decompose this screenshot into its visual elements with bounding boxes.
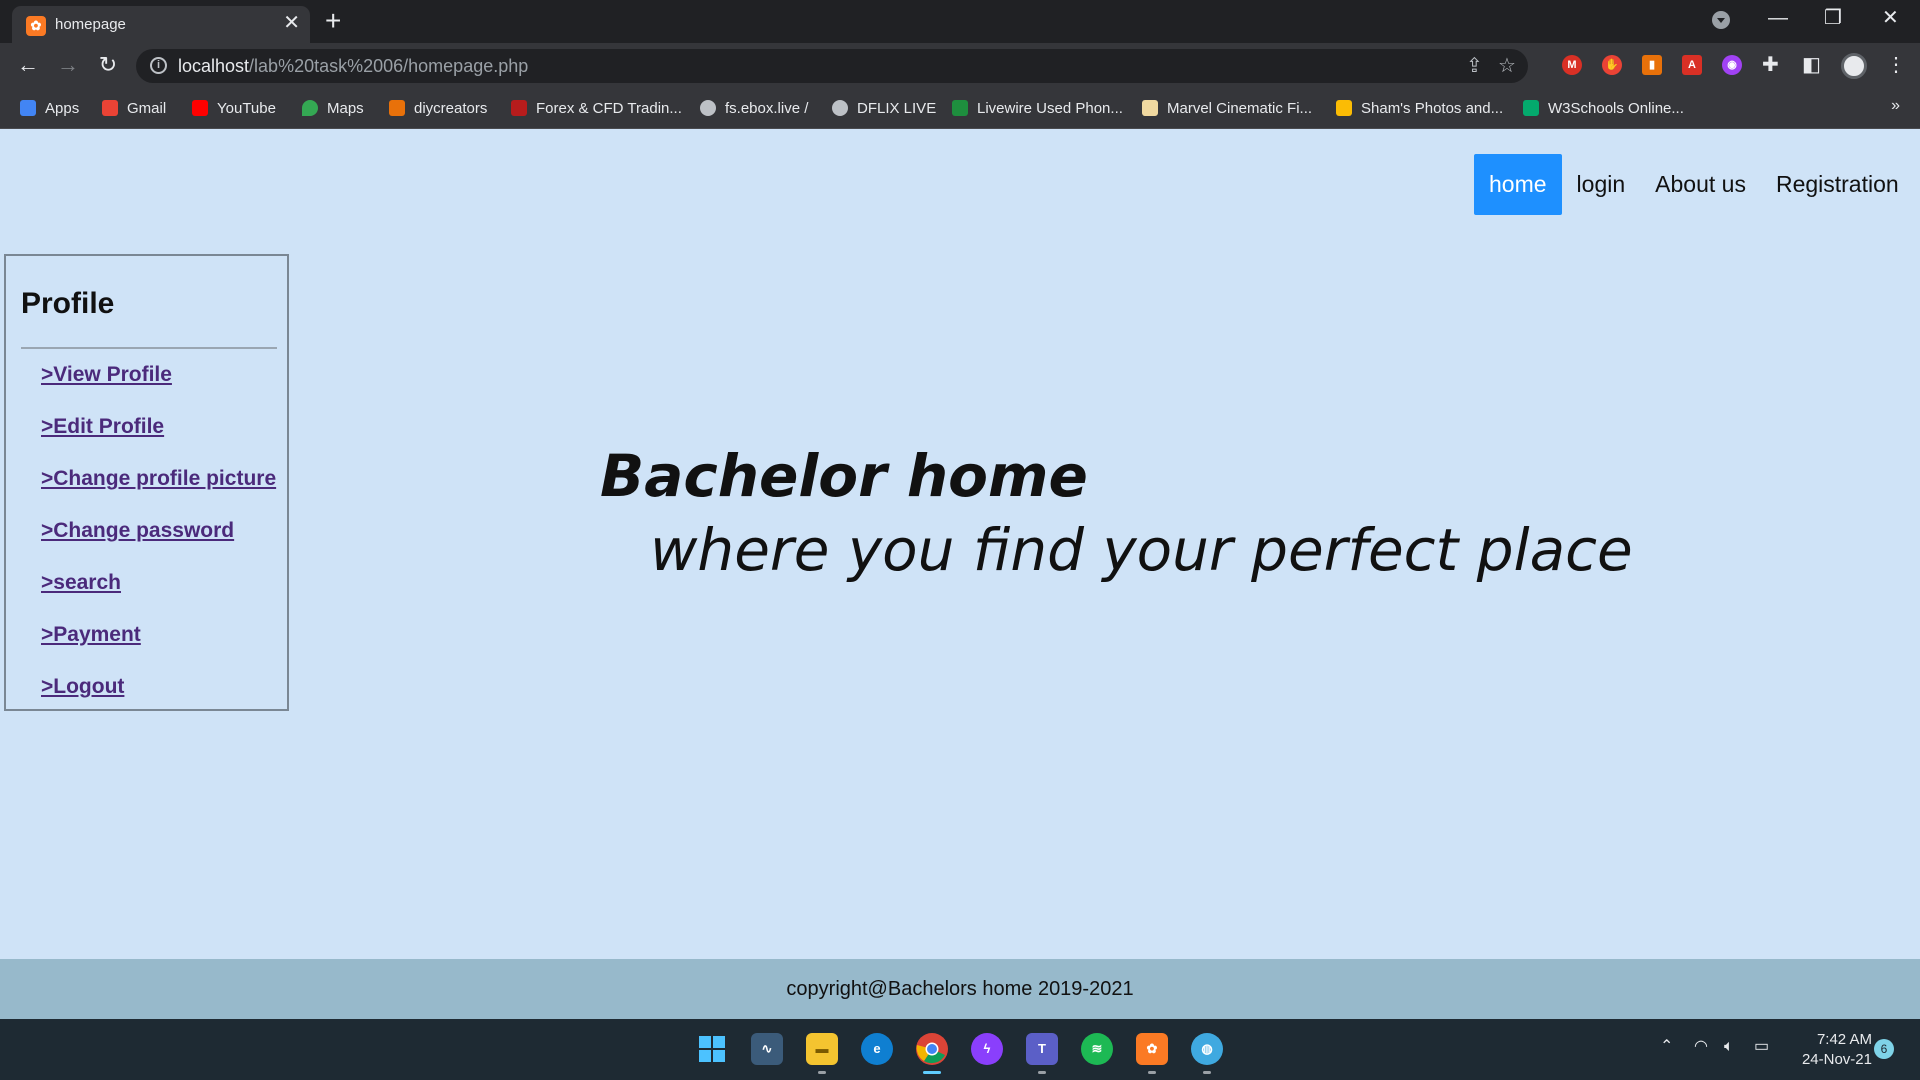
close-window-button[interactable]: ✕ — [1882, 6, 1899, 30]
drive-icon — [1336, 100, 1352, 116]
teams-icon[interactable]: T — [1026, 1033, 1058, 1065]
browser-tabstrip: ✿ homepage ✕ + — ❐ ✕ — [0, 0, 1920, 43]
running-indicator — [1203, 1071, 1211, 1074]
nav-registration-link[interactable]: Registration — [1761, 154, 1914, 215]
youtube-icon — [192, 100, 208, 116]
bookmarks-bar: Apps Gmail YouTube Maps diycreators Fore… — [0, 88, 1920, 129]
chrome-icon[interactable] — [916, 1033, 948, 1065]
tray-overflow-icon[interactable]: ⌃ — [1660, 1037, 1673, 1057]
bookmark-gmail[interactable]: Gmail — [102, 97, 166, 119]
bookmark-marvel[interactable]: Marvel Cinematic Fi... — [1142, 97, 1312, 119]
active-app-indicator — [923, 1071, 941, 1074]
sidebar-title: Profile — [21, 287, 115, 320]
side-panel-icon[interactable]: ◧ — [1802, 53, 1821, 77]
address-bar[interactable]: i localhost/lab%20task%2006/homepage.php… — [136, 49, 1528, 83]
maps-pin-icon — [302, 100, 318, 116]
logout-link[interactable]: >Logout — [41, 675, 124, 699]
back-icon[interactable]: ← — [14, 51, 42, 79]
browser-toolbar: ← → ↻ i localhost/lab%20task%2006/homepa… — [0, 43, 1920, 88]
bookmark-fs-ebox[interactable]: fs.ebox.live / — [700, 97, 808, 119]
share-icon[interactable]: ⇪ — [1466, 54, 1483, 78]
change-profile-picture-link[interactable]: >Change profile picture — [41, 467, 276, 491]
bookmark-diycreators[interactable]: diycreators — [389, 97, 487, 119]
w3schools-icon — [1523, 100, 1539, 116]
profile-avatar[interactable] — [1841, 53, 1867, 79]
running-indicator — [818, 1071, 826, 1074]
tab-title: homepage — [55, 16, 126, 33]
bookmark-forex[interactable]: Forex & CFD Tradin... — [511, 97, 682, 119]
photos-icon[interactable]: ∿ — [751, 1033, 783, 1065]
livewire-icon — [952, 100, 968, 116]
minimize-button[interactable]: — — [1768, 6, 1788, 30]
nav-home-link[interactable]: home — [1474, 154, 1562, 215]
chrome-menu-icon[interactable]: ⋮ — [1886, 53, 1906, 77]
edge-icon[interactable]: e — [861, 1033, 893, 1065]
windows-start-icon[interactable] — [696, 1033, 728, 1065]
nav-about-link[interactable]: About us — [1640, 154, 1761, 215]
payment-link[interactable]: >Payment — [41, 623, 141, 647]
volume-icon[interactable]: 🔈︎ — [1724, 1037, 1734, 1057]
globe-icon — [700, 100, 716, 116]
edit-profile-link[interactable]: >Edit Profile — [41, 415, 164, 439]
clock-time: 7:42 AM — [1816, 1031, 1872, 1048]
tab-close-icon[interactable]: ✕ — [283, 13, 300, 33]
office-extension-icon[interactable]: ▮ — [1642, 55, 1662, 75]
forward-icon[interactable]: → — [54, 51, 82, 79]
extension-hand-icon[interactable]: ✋ — [1602, 55, 1622, 75]
extension-m-icon[interactable]: M — [1562, 55, 1582, 75]
nav-login-link[interactable]: login — [1562, 154, 1641, 215]
spotify-icon[interactable]: ≋ — [1081, 1033, 1113, 1065]
globe-app-icon[interactable]: ◍ — [1191, 1033, 1223, 1065]
xampp-icon[interactable]: ✿ — [1136, 1033, 1168, 1065]
xampp-favicon-icon: ✿ — [26, 16, 46, 36]
sidebar-divider — [21, 347, 277, 349]
profile-sidebar: Profile >View Profile >Edit Profile >Cha… — [4, 254, 289, 711]
url-text[interactable]: localhost/lab%20task%2006/homepage.php — [178, 56, 528, 77]
bookmark-youtube[interactable]: YouTube — [192, 97, 276, 119]
globe-icon — [832, 100, 848, 116]
view-profile-link[interactable]: >View Profile — [41, 363, 172, 387]
new-tab-button[interactable]: + — [325, 6, 341, 36]
colorful-extension-icon[interactable]: ◉ — [1722, 55, 1742, 75]
extensions-puzzle-icon[interactable]: ✚ — [1762, 53, 1779, 77]
forex-icon — [511, 100, 527, 116]
reload-icon[interactable]: ↻ — [94, 51, 122, 79]
bookmark-dflix[interactable]: DFLIX LIVE — [832, 97, 936, 119]
diycreators-icon — [389, 100, 405, 116]
tab-search-icon[interactable] — [1712, 11, 1730, 29]
acrobat-extension-icon[interactable]: A — [1682, 55, 1702, 75]
change-password-link[interactable]: >Change password — [41, 519, 234, 543]
windows-taskbar: ∿ ▬ e ϟ T ≋ ✿ ◍ ⌃ ◠ 🔈︎ ▭ 7:42 AM 24-Nov-… — [0, 1019, 1920, 1080]
search-link[interactable]: >search — [41, 571, 121, 595]
messenger-icon[interactable]: ϟ — [971, 1033, 1003, 1065]
battery-icon[interactable]: ▭ — [1754, 1037, 1769, 1057]
system-clock[interactable]: 7:42 AM 24-Nov-21 — [1790, 1030, 1872, 1070]
hero-tagline: where you find your perfect place — [650, 516, 1633, 584]
notification-badge[interactable]: 6 — [1874, 1039, 1894, 1059]
bookmark-star-icon[interactable]: ☆ — [1498, 54, 1516, 78]
bookmarks-overflow-icon[interactable]: » — [1891, 97, 1900, 115]
bookmark-shams-photos[interactable]: Sham's Photos and... — [1336, 97, 1503, 119]
site-info-icon[interactable]: i — [150, 57, 167, 74]
bookmark-livewire[interactable]: Livewire Used Phon... — [952, 97, 1123, 119]
hero-title: Bachelor home — [600, 442, 1088, 510]
bookmark-maps[interactable]: Maps — [302, 97, 364, 119]
bookmark-apps[interactable]: Apps — [20, 97, 79, 119]
marvel-icon — [1142, 100, 1158, 116]
bookmark-w3schools[interactable]: W3Schools Online... — [1523, 97, 1684, 119]
wifi-icon[interactable]: ◠ — [1694, 1037, 1708, 1057]
page-content: home login About us Registration Profile… — [0, 129, 1920, 1019]
top-navigation: home login About us Registration — [1474, 154, 1914, 215]
file-explorer-icon[interactable]: ▬ — [806, 1033, 838, 1065]
clock-date: 24-Nov-21 — [1801, 1051, 1872, 1068]
running-indicator — [1038, 1071, 1046, 1074]
browser-tab[interactable]: ✿ homepage ✕ — [12, 6, 310, 43]
page-footer: copyright@Bachelors home 2019-2021 — [0, 959, 1920, 1019]
apps-grid-icon — [20, 100, 36, 116]
gmail-icon — [102, 100, 118, 116]
restore-button[interactable]: ❐ — [1824, 6, 1842, 30]
running-indicator — [1148, 1071, 1156, 1074]
